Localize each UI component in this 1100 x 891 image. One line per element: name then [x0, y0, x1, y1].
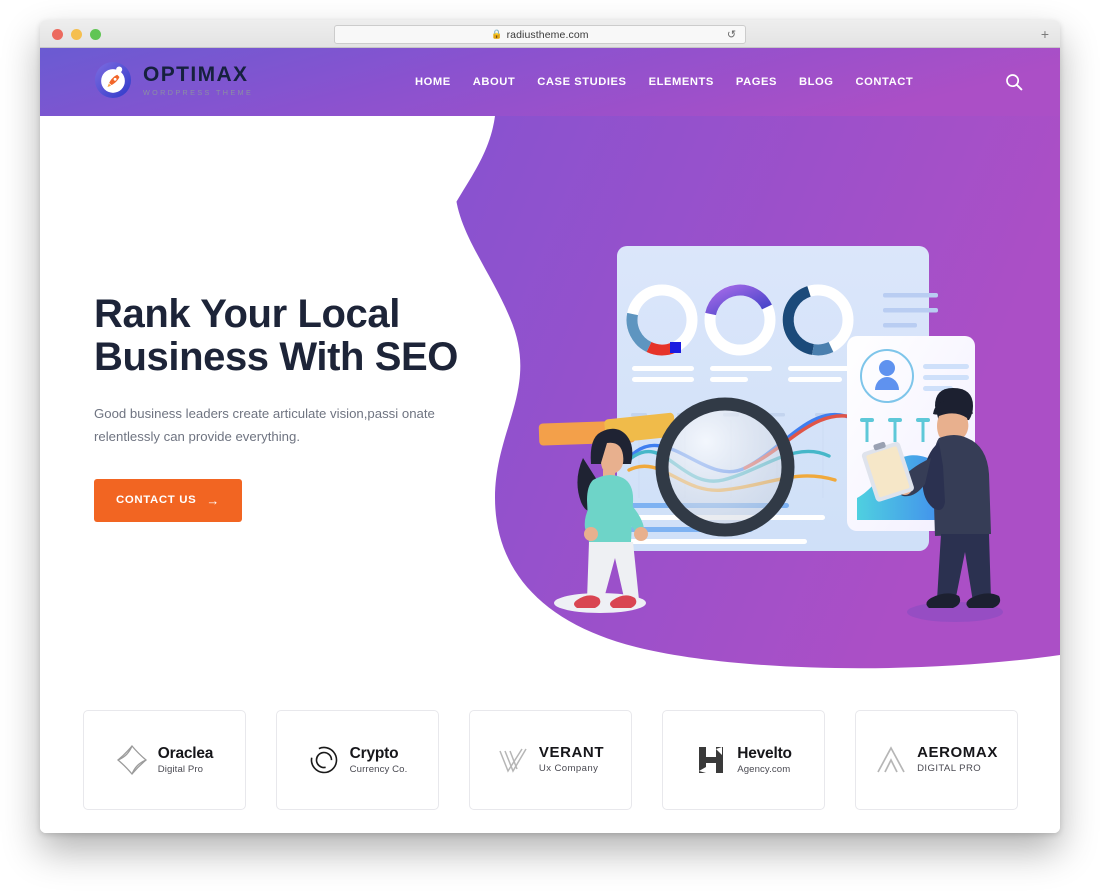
page-viewport: OPTIMAX WORDPRESS THEME HOME ABOUT CASE … [40, 48, 1060, 833]
client-tagline: Currency Co. [349, 763, 408, 775]
hevelto-h-icon [699, 747, 724, 773]
search-icon[interactable] [1004, 72, 1024, 92]
nav-item-home[interactable]: HOME [404, 76, 462, 88]
reload-icon[interactable]: ↺ [725, 29, 738, 42]
cta-label: CONTACT US [116, 494, 197, 507]
hero-section: Rank Your Local Business With SEO Good b… [94, 292, 494, 522]
site-logo[interactable]: OPTIMAX WORDPRESS THEME [94, 61, 253, 99]
client-name: AEROMAX [917, 743, 998, 761]
crypto-ring-icon [310, 746, 337, 774]
site-header: OPTIMAX WORDPRESS THEME HOME ABOUT CASE … [40, 48, 1060, 116]
client-tagline: Digital Pro [157, 763, 204, 775]
window-controls [52, 29, 101, 40]
lock-icon: 🔒 [491, 29, 503, 39]
client-name: VERANT [538, 743, 605, 761]
oraclea-diamond-icon [116, 744, 147, 776]
client-name: Crypto [349, 744, 399, 762]
hero-title-line-2: Business With SEO [94, 335, 459, 380]
page-title: Rank Your Local Business With SEO [94, 292, 494, 380]
aeromax-peak-icon [877, 746, 905, 773]
logo-subtitle: WORDPRESS THEME [143, 88, 254, 98]
browser-window: 🔒 radiustheme.com ↺ + OPTIMAX WORDPRESS … [40, 20, 1060, 833]
client-tagline: Agency.com [737, 763, 791, 775]
url-text: radiustheme.com [506, 28, 589, 41]
hero-description: Good business leaders create articulate … [94, 406, 435, 445]
close-button[interactable] [52, 29, 63, 40]
plus-icon[interactable]: + [1037, 27, 1053, 42]
nav-item-case-studies[interactable]: CASE STUDIES [526, 76, 637, 88]
nav-item-blog[interactable]: BLOG [788, 76, 845, 88]
address-bar[interactable]: 🔒 radiustheme.com ↺ [334, 25, 746, 44]
hero-title-line-1: Rank Your Local [94, 292, 400, 336]
logo-title: OPTIMAX [143, 63, 249, 87]
client-logos: Oraclea Digital Pro Crypto Currency Co. [40, 710, 1060, 810]
nav-item-about[interactable]: ABOUT [462, 76, 527, 88]
zoom-button[interactable] [90, 29, 101, 40]
client-name: Hevelto [737, 744, 792, 762]
nav-item-contact[interactable]: CONTACT [845, 76, 925, 88]
nav-item-elements[interactable]: ELEMENTS [638, 76, 725, 88]
minimize-button[interactable] [71, 29, 82, 40]
client-card-oraclea[interactable]: Oraclea Digital Pro [82, 710, 246, 810]
browser-titlebar: 🔒 radiustheme.com ↺ + [40, 20, 1060, 48]
contact-us-button[interactable]: CONTACT US → [94, 478, 242, 522]
client-name: Oraclea [157, 744, 214, 762]
client-card-hevelto[interactable]: Hevelto Agency.com [661, 710, 825, 810]
arrow-right-icon: → [206, 492, 220, 508]
client-card-crypto[interactable]: Crypto Currency Co. [275, 710, 439, 810]
main-navigation: HOME ABOUT CASE STUDIES ELEMENTS PAGES B… [404, 48, 924, 116]
nav-item-pages[interactable]: PAGES [725, 76, 788, 88]
verant-v-icon [499, 748, 527, 773]
rocket-badge-icon [94, 61, 132, 99]
client-card-aeromax[interactable]: AEROMAX DIGITAL PRO [854, 710, 1018, 810]
client-tagline: DIGITAL PRO [917, 763, 982, 775]
client-tagline: Ux Company [538, 763, 599, 775]
client-card-verant[interactable]: VERANT Ux Company [468, 710, 632, 810]
seo-dashboard-illustration [538, 246, 1003, 622]
